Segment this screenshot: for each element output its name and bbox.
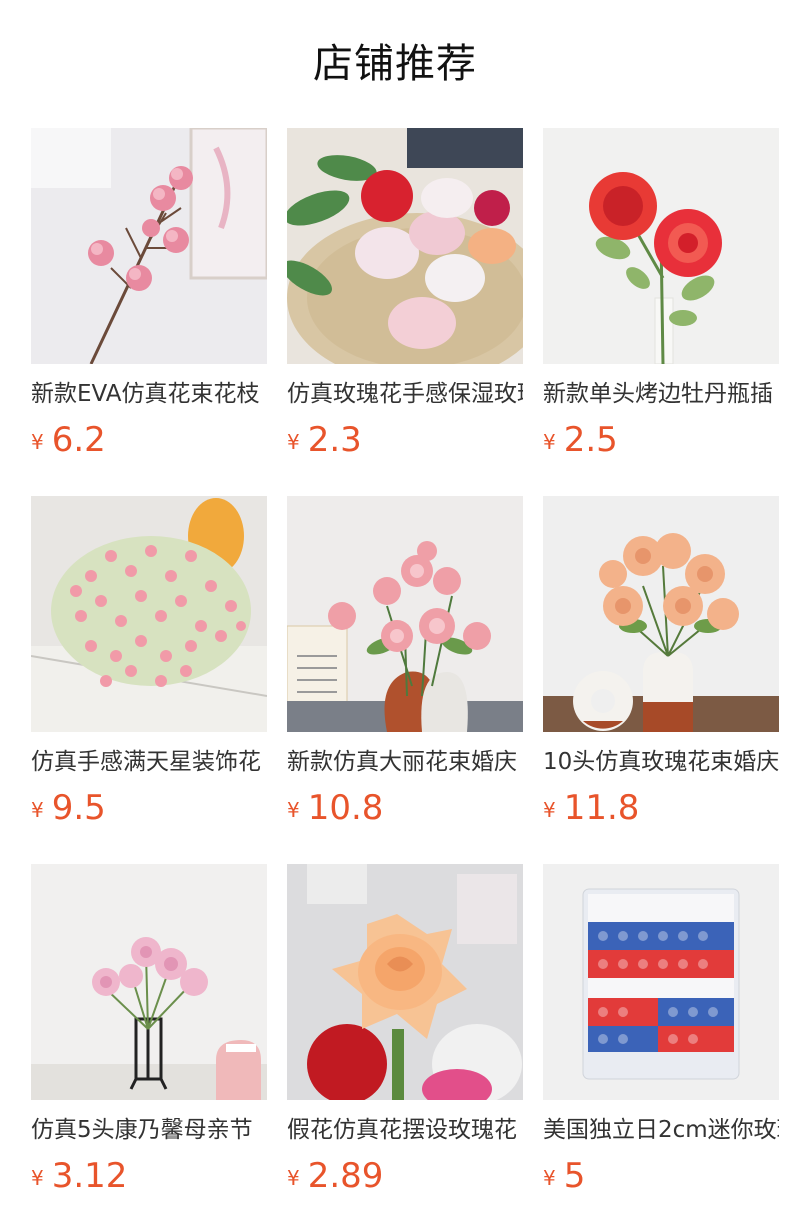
currency-symbol: ¥ <box>543 798 556 822</box>
product-image[interactable] <box>287 496 523 732</box>
price-value: 5 <box>563 1156 586 1196</box>
currency-symbol: ¥ <box>31 798 44 822</box>
currency-symbol: ¥ <box>287 1166 300 1190</box>
price-value: 9.5 <box>51 788 106 828</box>
product-price: ¥10.8 <box>287 788 523 828</box>
page-title: 店铺推荐 <box>313 41 477 87</box>
product-card[interactable]: 美国独立日2cm迷你玫瑰 ¥5 <box>543 864 779 1214</box>
product-name[interactable]: 仿真5头康乃馨母亲节 <box>31 1114 267 1146</box>
price-value: 2.3 <box>307 420 362 460</box>
product-image[interactable] <box>31 864 267 1100</box>
product-price: ¥11.8 <box>543 788 779 828</box>
currency-symbol: ¥ <box>543 1166 556 1190</box>
price-value: 3.12 <box>51 1156 128 1196</box>
product-name[interactable]: 仿真手感满天星装饰花 <box>31 746 267 778</box>
product-card[interactable]: 仿真手感满天星装饰花 ¥9.5 <box>31 496 267 846</box>
product-card[interactable]: 新款EVA仿真花束花枝 ¥6.2 <box>31 128 267 478</box>
product-price: ¥5 <box>543 1156 779 1196</box>
product-card[interactable]: 仿真玫瑰花手感保湿玫瑰 ¥2.3 <box>287 128 523 478</box>
product-card[interactable]: 假花仿真花摆设玫瑰花 ¥2.89 <box>287 864 523 1214</box>
price-value: 2.5 <box>563 420 618 460</box>
product-price: ¥2.89 <box>287 1156 523 1196</box>
product-card[interactable]: 新款仿真大丽花束婚庆 ¥10.8 <box>287 496 523 846</box>
price-value: 6.2 <box>51 420 106 460</box>
product-image[interactable] <box>287 864 523 1100</box>
product-card[interactable]: 新款单头烤边牡丹瓶插 ¥2.5 <box>543 128 779 478</box>
product-image[interactable] <box>31 128 267 364</box>
price-value: 10.8 <box>307 788 384 828</box>
product-name[interactable]: 新款单头烤边牡丹瓶插 <box>543 378 779 410</box>
product-image[interactable] <box>543 864 779 1100</box>
price-value: 2.89 <box>307 1156 384 1196</box>
product-price: ¥3.12 <box>31 1156 267 1196</box>
product-name[interactable]: 美国独立日2cm迷你玫瑰 <box>543 1114 779 1146</box>
currency-symbol: ¥ <box>543 430 556 454</box>
currency-symbol: ¥ <box>31 1166 44 1190</box>
product-name[interactable]: 仿真玫瑰花手感保湿玫瑰 <box>287 378 523 410</box>
currency-symbol: ¥ <box>287 798 300 822</box>
currency-symbol: ¥ <box>287 430 300 454</box>
product-name[interactable]: 10头仿真玫瑰花束婚庆 <box>543 746 779 778</box>
price-value: 11.8 <box>563 788 640 828</box>
product-image[interactable] <box>543 128 779 364</box>
product-image[interactable] <box>287 128 523 364</box>
currency-symbol: ¥ <box>31 430 44 454</box>
product-card[interactable]: 10头仿真玫瑰花束婚庆 ¥11.8 <box>543 496 779 846</box>
product-price: ¥2.5 <box>543 420 779 460</box>
product-image[interactable] <box>543 496 779 732</box>
product-price: ¥2.3 <box>287 420 523 460</box>
product-name[interactable]: 新款仿真大丽花束婚庆 <box>287 746 523 778</box>
product-card[interactable]: 仿真5头康乃馨母亲节 ¥3.12 <box>31 864 267 1214</box>
product-price: ¥6.2 <box>31 420 267 460</box>
product-price: ¥9.5 <box>31 788 267 828</box>
product-image[interactable] <box>31 496 267 732</box>
product-grid: 新款EVA仿真花束花枝 ¥6.2 仿真玫瑰花手感保湿玫瑰 ¥ 2.3 新款单头烤… <box>31 128 779 1214</box>
store-recommendations-page: 店铺推荐 新款EVA仿真花束花枝 ¥ 6.2 仿真玫瑰花手感保湿玫瑰 ¥ 2.3… <box>0 0 790 1230</box>
product-name[interactable]: 假花仿真花摆设玫瑰花 <box>287 1114 523 1146</box>
product-name[interactable]: 新款EVA仿真花束花枝 <box>31 378 267 410</box>
